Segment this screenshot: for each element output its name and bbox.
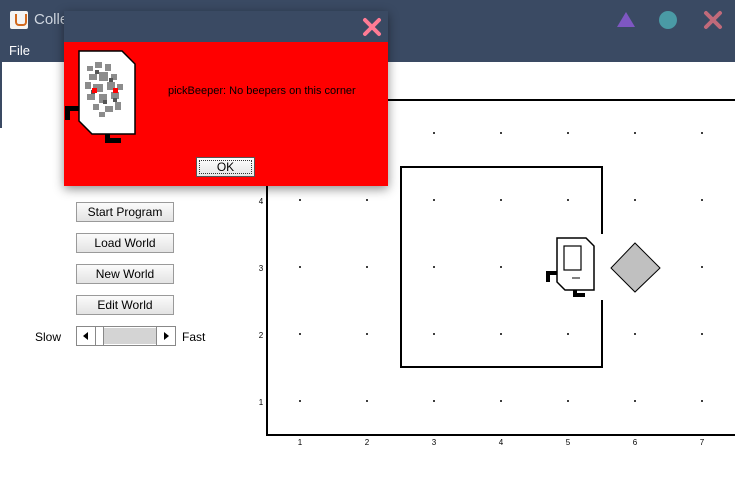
- corner-dot: [299, 199, 301, 201]
- corner-dot: [567, 199, 569, 201]
- x-axis-label: 2: [365, 438, 370, 447]
- corner-dot: [701, 400, 703, 402]
- corner-dot: [500, 400, 502, 402]
- y-axis-label: 1: [259, 398, 264, 407]
- corner-dot: [567, 132, 569, 134]
- corner-dot: [701, 132, 703, 134]
- x-axis-label: 7: [700, 438, 705, 447]
- dialog-close-button[interactable]: [362, 17, 382, 37]
- dialog-message: pickBeeper: No beepers on this corner: [168, 85, 356, 97]
- corner-dot: [701, 266, 703, 268]
- corner-dot: [500, 333, 502, 335]
- corner-dot: [299, 266, 301, 268]
- corner-dot: [634, 132, 636, 134]
- corner-dot: [433, 333, 435, 335]
- dialog-title-bar: [64, 11, 388, 42]
- corner-dot: [701, 199, 703, 201]
- x-axis-label: 3: [432, 438, 437, 447]
- x-axis-label: 4: [499, 438, 504, 447]
- corner-dot: [500, 266, 502, 268]
- corner-dot: [366, 199, 368, 201]
- y-axis-label: 4: [259, 197, 264, 206]
- corner-dot: [433, 199, 435, 201]
- corner-dot: [299, 400, 301, 402]
- y-axis-label: 2: [259, 331, 264, 340]
- corner-dot: [701, 333, 703, 335]
- error-dialog: pickBeeper: No beepers on this corner OK: [64, 11, 388, 186]
- corner-dot: [366, 266, 368, 268]
- corner-dot: [433, 132, 435, 134]
- x-axis-label: 1: [298, 438, 303, 447]
- corner-dot: [366, 333, 368, 335]
- broken-karel-icon: [65, 50, 136, 143]
- corner-dot: [567, 400, 569, 402]
- corner-dot: [299, 333, 301, 335]
- corner-dot: [634, 199, 636, 201]
- karel-robot: [546, 237, 595, 297]
- corner-dot: [500, 132, 502, 134]
- beeper: [610, 242, 661, 293]
- corner-dot: [366, 400, 368, 402]
- corner-dot: [634, 400, 636, 402]
- x-axis-label: 5: [566, 438, 571, 447]
- corner-dot: [500, 199, 502, 201]
- x-axis-label: 6: [633, 438, 638, 447]
- y-axis-label: 3: [259, 264, 264, 273]
- corner-dot: [433, 400, 435, 402]
- corner-dot: [567, 333, 569, 335]
- corner-dot: [634, 333, 636, 335]
- corner-dot: [433, 266, 435, 268]
- x-icon: [363, 18, 381, 36]
- ok-button[interactable]: OK: [196, 157, 255, 177]
